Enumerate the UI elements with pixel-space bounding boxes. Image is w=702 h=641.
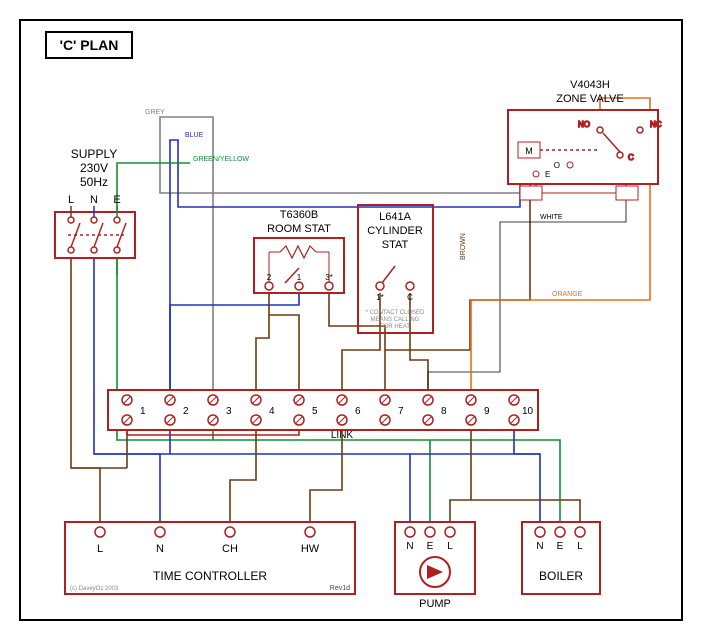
wire-hw [310,426,342,526]
pump-block: N E L PUMP [395,522,475,610]
cylstat-name1: CYLINDER [367,225,423,237]
wire-cs-1 [342,293,380,395]
time-controller-block: L N CH HW TIME CONTROLLER (c) DaveyOz 20… [65,522,355,594]
tc-L: L [97,543,103,555]
title-text: 'C' PLAN [60,37,119,53]
c-plan-wiring-diagram: 'C' PLAN GREY BLUE GREEN/YELLOW LINK [0,0,702,641]
zv-e: E [545,170,550,179]
boiler-E: E [557,541,564,552]
zv-o: O [554,161,560,170]
roomstat-model: T6360B [280,209,319,221]
wire-rs-1 [269,293,299,395]
jb-10: 10 [522,406,534,417]
wire-rs-2 [170,293,299,395]
rs-t3: 3* [325,273,333,282]
jb-7: 7 [398,406,404,417]
zone-valve-block: V4043H ZONE VALVE M NO NC C O E [508,79,662,200]
cs-t1: 1* [376,293,384,302]
pump-N: N [406,541,413,552]
wire-label-blue: BLUE [185,132,204,139]
cylstat-model: L641A [379,211,411,223]
boiler-name: BOILER [539,569,583,583]
zonevalve-name: ZONE VALVE [556,93,623,105]
zv-no: NO [578,120,590,129]
jb-1: 1 [140,406,146,417]
jb-6: 6 [355,406,361,417]
jb-8: 8 [441,406,447,417]
wire-l-jb1 [71,258,100,526]
pump-E: E [427,541,434,552]
room-stat-block: T6360B ROOM STAT 2 1 3* [254,209,344,293]
supply-header: SUPPLY [71,147,117,161]
wire-pumpL [450,426,471,526]
jb-3: 3 [226,406,232,417]
supply-N: N [90,194,98,206]
tc-rev: Rev1d [330,585,350,592]
cs-note3: FOR HEAT [380,324,410,330]
wire-jb4-rs [256,315,269,395]
cylstat-name2: STAT [382,239,409,251]
pump-name: PUMP [419,598,451,610]
pump-L: L [447,541,453,552]
wire-label-ge: GREEN/YELLOW [193,156,249,163]
wire-label-grey: GREY [145,109,165,116]
jb-2: 2 [183,406,189,417]
tc-CH: CH [222,543,238,555]
supply-freq: 50Hz [80,175,108,189]
cylinder-stat-block: L641A CYLINDER STAT 1* C * CONTACT CLOSE… [358,205,433,333]
wire-cs-c [410,293,428,395]
boiler-block: N E L BOILER [522,522,600,594]
tc-N: N [156,543,164,555]
wire-n-pump [94,454,410,526]
zv-nc: NC [650,120,662,129]
jb-5: 5 [312,406,318,417]
jb-4: 4 [269,406,275,417]
zv-m: M [525,146,533,156]
supply-voltage: 230V [80,161,108,175]
boiler-N: N [536,541,543,552]
junction-strip: 1 2 3 4 5 6 7 8 9 10 [108,390,538,430]
rs-t1: 1 [297,273,302,282]
wire-ch [230,426,256,526]
supply-L: L [68,194,74,206]
tc-HW: HW [301,543,320,555]
tc-name: TIME CONTROLLER [153,569,267,583]
wire-label-orange: ORANGE [552,291,583,298]
wire-label-brown: BROWN [460,233,467,260]
cs-note1: * CONTACT CLOSED [366,310,425,316]
boiler-L: L [577,541,583,552]
rs-t2: 2 [267,273,272,282]
zonevalve-model: V4043H [570,79,610,91]
tc-copy: (c) DaveyOz 2003 [70,586,119,592]
jb-9: 9 [484,406,490,417]
roomstat-name: ROOM STAT [267,223,331,235]
wire-white [428,178,626,395]
zv-c: C [628,153,634,162]
supply-E: E [113,194,120,206]
cs-tc: C [407,293,413,302]
wire-label-white: WHITE [540,214,563,221]
cs-note2: MEANS CALLING [371,317,420,323]
